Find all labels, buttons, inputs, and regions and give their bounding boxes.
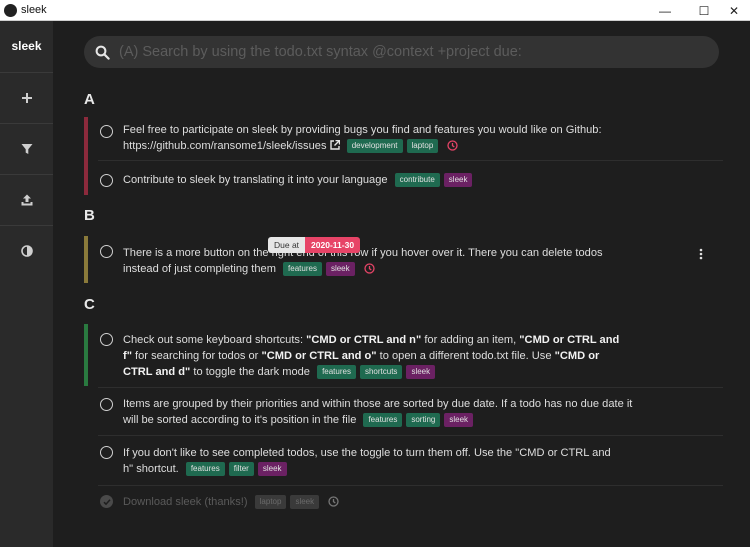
tag-project[interactable]: filter	[228, 462, 254, 476]
theme-toggle-button[interactable]	[0, 225, 53, 276]
complete-checkbox[interactable]	[100, 398, 113, 411]
due-clock-icon[interactable]	[364, 263, 375, 274]
tag-project[interactable]: sleek	[406, 365, 436, 379]
app-logo-icon	[4, 3, 17, 17]
minimize-button[interactable]: —	[647, 0, 683, 21]
filter-button[interactable]	[0, 123, 53, 174]
upload-icon	[21, 194, 32, 206]
todo-item[interactable]: If you don't like to see completed todos…	[98, 436, 723, 486]
priority-bar-a	[84, 117, 88, 195]
tag-project[interactable]: contribute	[394, 173, 440, 187]
todo-text-part: to toggle the dark mode	[190, 366, 310, 378]
tag-project[interactable]: sleek	[290, 495, 320, 509]
contrast-icon	[20, 245, 33, 257]
priority-bar-c	[84, 324, 88, 386]
search-bar[interactable]	[84, 36, 719, 68]
todo-item-completed[interactable]: Download sleek (thanks!) laptop sleek	[98, 486, 723, 518]
due-tooltip-label: Due at	[268, 237, 306, 253]
todo-item[interactable]: There is a more button on the right end …	[98, 236, 723, 283]
tag-context[interactable]: development	[346, 139, 403, 153]
shortcut-text: "CMD or CTRL and o"	[261, 350, 377, 362]
open-file-button[interactable]	[0, 174, 53, 225]
tag-project[interactable]: sleek	[325, 262, 355, 276]
todo-item[interactable]: Feel free to participate on sleek by pro…	[98, 117, 723, 161]
complete-checkbox[interactable]	[100, 174, 113, 187]
tag-project[interactable]: features	[317, 365, 356, 379]
due-clock-icon[interactable]	[447, 140, 459, 151]
check-icon	[102, 498, 111, 505]
todo-text: Items are grouped by their priorities an…	[123, 396, 635, 428]
tag-project[interactable]: features	[185, 462, 225, 476]
todo-text: There is a more button on the right end …	[123, 245, 633, 277]
tag-project[interactable]: features	[283, 262, 322, 276]
tag-project[interactable]: sorting	[406, 413, 441, 427]
group-label-c: C	[84, 296, 95, 313]
add-todo-button[interactable]	[0, 72, 53, 123]
todo-text-body: Download sleek (thanks!)	[123, 496, 248, 508]
sidebar: sleek	[0, 21, 53, 547]
plus-icon	[21, 93, 32, 103]
external-link-icon[interactable]	[329, 139, 340, 150]
tag-project[interactable]: sleek	[443, 173, 473, 187]
todo-text-part: for searching for todos or	[131, 350, 262, 362]
group-label-a: A	[84, 91, 95, 108]
tag-context[interactable]: laptop	[254, 495, 287, 509]
todo-text: If you don't like to see completed todos…	[123, 445, 613, 477]
todo-text: Contribute to sleek by translating it in…	[123, 172, 643, 188]
due-clock-icon[interactable]	[328, 496, 339, 507]
complete-checkbox[interactable]	[100, 446, 113, 459]
tag-project[interactable]: shortcuts	[359, 365, 403, 379]
due-tooltip-date: 2020-11-30	[305, 237, 361, 253]
todo-text: Check out some keyboard shortcuts: "CMD …	[123, 332, 623, 380]
tag-context[interactable]: laptop	[406, 139, 439, 153]
tag-project[interactable]: features	[363, 413, 403, 427]
todo-text-part: to open a different todo.txt file. Use	[376, 350, 555, 362]
complete-checkbox[interactable]	[100, 125, 113, 138]
filter-icon	[21, 144, 32, 154]
close-button[interactable]: ✕	[716, 0, 750, 21]
brand-label: sleek	[11, 39, 42, 53]
todo-text-part: Check out some keyboard shortcuts:	[123, 334, 307, 346]
todo-text-part: for adding an item,	[421, 334, 520, 346]
group-label-b: B	[84, 207, 95, 224]
todo-text-body: Contribute to sleek by translating it in…	[123, 174, 388, 186]
search-icon	[95, 45, 110, 60]
tag-project[interactable]: sleek	[444, 413, 474, 427]
complete-checkbox[interactable]	[100, 245, 113, 258]
complete-checkbox[interactable]	[100, 333, 113, 346]
window-titlebar: sleek — ☐ ✕	[0, 0, 750, 21]
completed-checkbox[interactable]	[100, 495, 113, 508]
search-input[interactable]	[119, 44, 709, 60]
tag-project[interactable]: sleek	[257, 462, 287, 476]
todo-item[interactable]: Items are grouped by their priorities an…	[98, 388, 723, 436]
more-options-icon[interactable]	[698, 248, 704, 260]
todo-item[interactable]: Contribute to sleek by translating it in…	[98, 164, 723, 195]
shortcut-text: "CMD or CTRL and n"	[306, 334, 422, 346]
todo-text-body: Feel free to participate on sleek by pro…	[123, 124, 602, 136]
due-date-tooltip: Due at 2020-11-30	[268, 237, 361, 253]
todo-link[interactable]: https://github.com/ransome1/sleek/issues	[123, 140, 327, 152]
todo-text: Feel free to participate on sleek by pro…	[123, 122, 683, 154]
priority-bar-b	[84, 236, 88, 283]
main-content: A Feel free to participate on sleek by p…	[53, 21, 750, 547]
window-title: sleek	[21, 4, 47, 16]
todo-item[interactable]: Check out some keyboard shortcuts: "CMD …	[98, 324, 723, 388]
todo-text: Download sleek (thanks!) laptop sleek	[123, 494, 643, 510]
